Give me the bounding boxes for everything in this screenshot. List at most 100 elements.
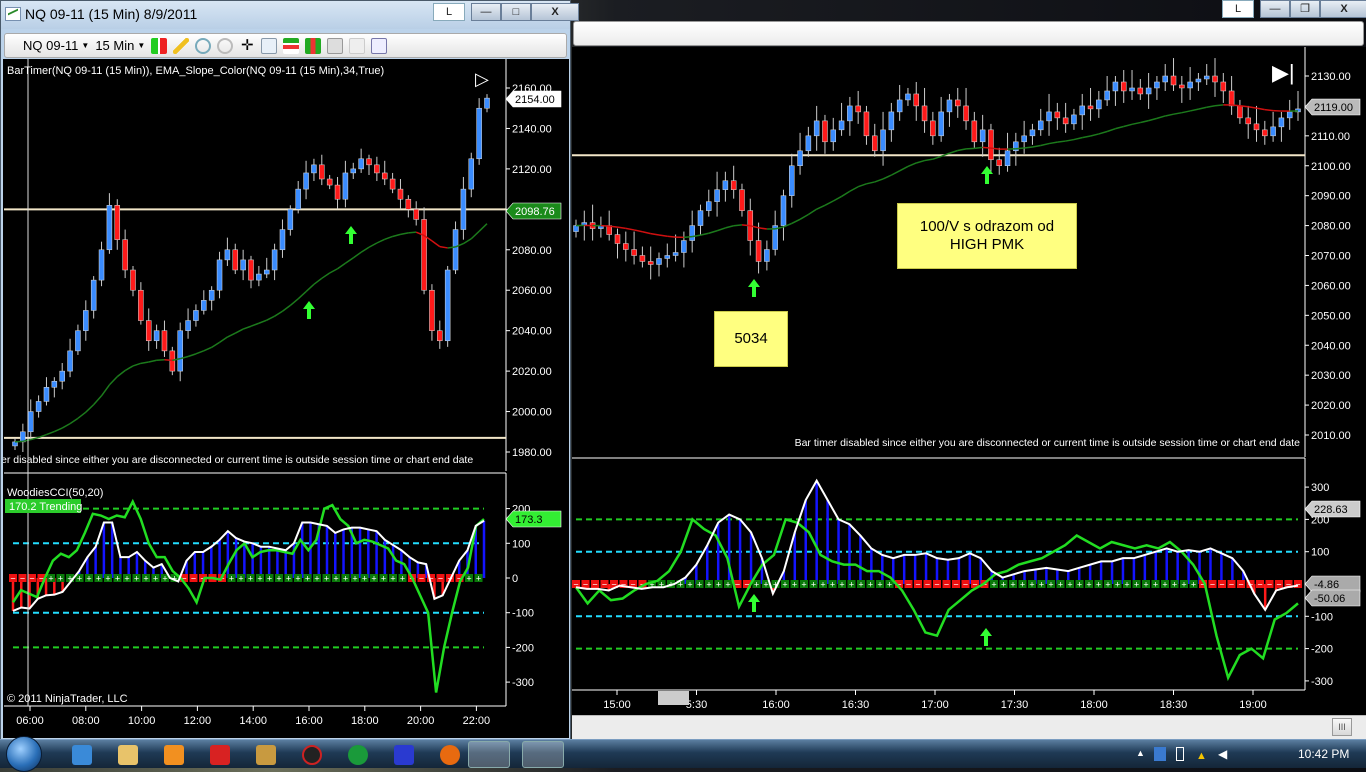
up-candle xyxy=(1188,82,1193,88)
app-icon[interactable] xyxy=(302,745,322,765)
strategies-icon[interactable] xyxy=(305,38,321,54)
minimize-button[interactable]: — xyxy=(471,3,501,21)
down-candle xyxy=(922,106,927,121)
interval-select[interactable]: 15 Min▼ xyxy=(95,38,145,53)
utorrent-icon[interactable] xyxy=(348,745,368,765)
volume-icon[interactable]: ◀ xyxy=(1218,747,1227,761)
window-taskbar-button[interactable] xyxy=(522,741,564,768)
ema-line xyxy=(157,360,165,361)
left-chart-canvas[interactable]: 1980.002000.002020.002040.002060.002080.… xyxy=(3,59,569,738)
up-candle xyxy=(656,258,661,264)
chart-data-icon[interactable] xyxy=(327,38,343,54)
scroll-thumb[interactable]: III xyxy=(1332,718,1352,736)
time-tick-label: 08:00 xyxy=(72,715,100,727)
down-candle xyxy=(1088,106,1093,109)
up-candle xyxy=(343,173,348,199)
ema-line xyxy=(800,215,808,220)
close-button[interactable]: X xyxy=(1320,0,1366,18)
minus-marker: − xyxy=(1229,580,1234,590)
plus-marker: + xyxy=(381,574,386,584)
chart-toolbar xyxy=(573,21,1364,46)
time-tick-label: 10:00 xyxy=(128,715,156,727)
cci-tick-label: 100 xyxy=(1311,547,1329,559)
network-app-icon[interactable] xyxy=(1154,747,1166,761)
instrument-select[interactable]: NQ 09-11▼ xyxy=(23,38,89,53)
restore-button[interactable]: ❐ xyxy=(1290,0,1320,18)
up-candle xyxy=(256,274,261,280)
chart-style-icon[interactable] xyxy=(151,38,167,54)
ema-line xyxy=(1074,138,1082,140)
minus-marker: − xyxy=(1257,580,1262,590)
down-candle xyxy=(115,205,120,239)
plus-marker: + xyxy=(1143,580,1148,590)
price-tick-label: 2060.00 xyxy=(512,285,552,297)
down-candle xyxy=(623,244,628,250)
ema-line xyxy=(141,362,149,363)
tool-icon[interactable] xyxy=(256,745,276,765)
firefox-icon[interactable] xyxy=(440,745,460,765)
note-high-pmk[interactable]: 100/V s odrazom od HIGH PMK xyxy=(897,203,1077,269)
avira-icon[interactable] xyxy=(210,745,230,765)
internet-explorer-icon[interactable] xyxy=(72,745,92,765)
up-candle xyxy=(723,181,728,190)
up-candle xyxy=(574,226,579,232)
media-player-icon[interactable] xyxy=(164,745,184,765)
ema-line xyxy=(1091,134,1099,136)
plus-marker: + xyxy=(229,574,234,584)
maximize-button[interactable]: □ xyxy=(501,3,531,21)
zoom-out-icon[interactable] xyxy=(217,38,233,54)
battery-icon[interactable] xyxy=(1176,747,1184,761)
folder-icon[interactable] xyxy=(118,745,138,765)
ema-line xyxy=(125,366,133,371)
plus-marker: + xyxy=(801,580,806,590)
plus-marker: + xyxy=(143,574,148,584)
ema-line xyxy=(891,171,899,175)
horizontal-scrollbar[interactable]: III xyxy=(572,715,1366,740)
bar-timer-status: er disabled since either you are disconn… xyxy=(3,454,473,466)
trend-badge-label: 170.2 Trending xyxy=(9,501,82,513)
ema-line xyxy=(974,147,982,148)
minus-marker: − xyxy=(944,580,949,590)
ema-line xyxy=(651,234,659,235)
plus-marker: + xyxy=(1181,580,1186,590)
network-warning-icon[interactable]: ▲ xyxy=(1196,750,1207,762)
up-candle xyxy=(1005,151,1010,166)
up-candle xyxy=(897,100,902,112)
plus-marker: + xyxy=(716,580,721,590)
properties-icon[interactable] xyxy=(371,38,387,54)
left-price-chart[interactable]: 1980.002000.002020.002040.002060.002080.… xyxy=(3,59,569,738)
save-icon[interactable] xyxy=(394,745,414,765)
indicators-icon[interactable] xyxy=(283,38,299,54)
plus-marker: + xyxy=(1039,580,1044,590)
pencil-icon[interactable] xyxy=(173,38,189,54)
up-candle xyxy=(889,112,894,130)
ema-line xyxy=(15,441,23,442)
plus-marker: + xyxy=(267,574,272,584)
minus-marker: − xyxy=(925,580,930,590)
dollar-icon[interactable] xyxy=(349,38,365,54)
up-candle xyxy=(68,351,73,371)
plus-marker: + xyxy=(830,580,835,590)
show-hidden-icon[interactable]: ▲ xyxy=(1136,748,1145,758)
search-icon[interactable] xyxy=(261,38,277,54)
ema-line xyxy=(109,377,117,385)
price-tick-label: 1980.00 xyxy=(512,447,552,459)
clock[interactable]: 10:42 PM xyxy=(1298,747,1349,761)
start-button[interactable] xyxy=(6,736,42,772)
right-price-chart[interactable]: 2010.002020.002030.002040.002050.002060.… xyxy=(572,47,1366,715)
ninjatrader-taskbar-button[interactable] xyxy=(468,741,510,768)
zoom-in-icon[interactable] xyxy=(195,38,211,54)
crosshair-icon[interactable]: ✛ xyxy=(239,38,255,54)
ema-line xyxy=(212,342,220,347)
plus-marker: + xyxy=(362,574,367,584)
up-candle xyxy=(1287,112,1292,118)
ema-line xyxy=(1132,123,1140,125)
ema-value-label: 2098.76 xyxy=(515,206,555,218)
minimize-button[interactable]: — xyxy=(1260,0,1290,18)
note-5034[interactable]: 5034 xyxy=(714,311,788,367)
link-button[interactable]: L xyxy=(433,3,465,21)
title-bar[interactable]: NQ 09-11 (15 Min) 8/9/2011 L — □ X xyxy=(1,1,570,29)
price-tick-label: 2090.00 xyxy=(1311,191,1351,203)
link-button[interactable]: L xyxy=(1222,0,1254,18)
right-chart-canvas[interactable]: 2010.002020.002030.002040.002050.002060.… xyxy=(572,47,1366,715)
